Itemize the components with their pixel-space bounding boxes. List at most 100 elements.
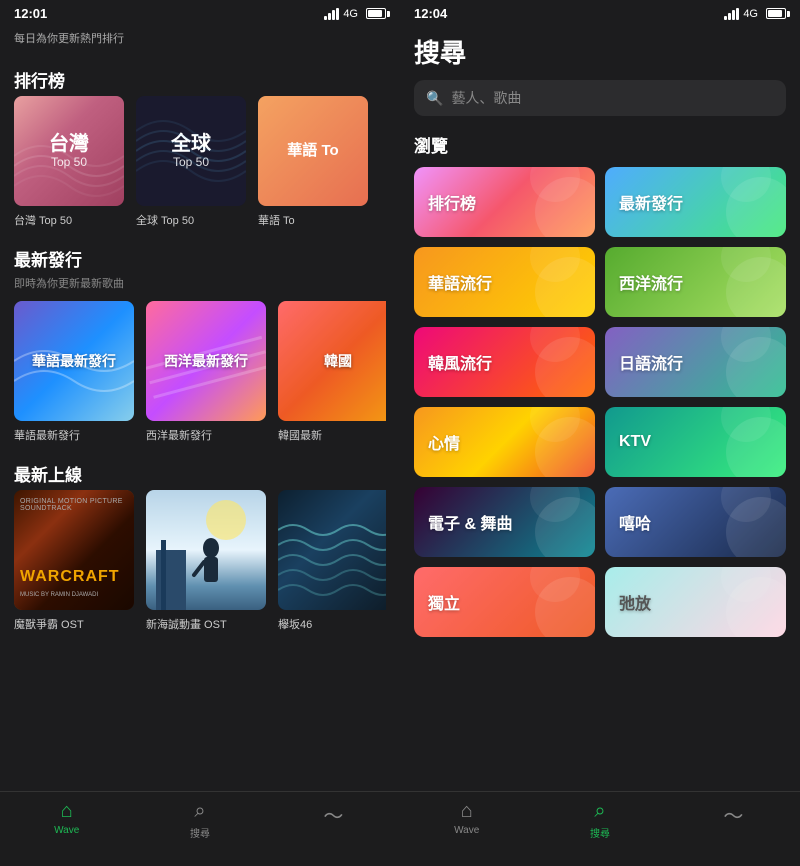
right-tab-wave[interactable]: 〜 [667, 800, 800, 831]
left-panel: 12:01 4G 每日為你更新熱門排行 排行榜 [0, 0, 400, 866]
left-status-icons: 4G [324, 8, 386, 20]
taiwan-cover: 台灣 Top 50 [14, 96, 124, 206]
newest-online-scroll[interactable]: ORIGINAL MOTION PICTURE SOUNDTRACK WARCR… [14, 490, 386, 636]
release-cover-western: 西洋最新發行 [146, 301, 266, 421]
search-placeholder-text: 藝人、歌曲 [451, 88, 521, 108]
online-card-warcraft[interactable]: ORIGINAL MOTION PICTURE SOUNDTRACK WARCR… [14, 490, 134, 632]
search-bar[interactable]: 🔍 藝人、歌曲 [414, 80, 786, 116]
browse-mood-label: 心情 [428, 430, 460, 454]
browse-korean-label: 韓風流行 [428, 350, 492, 374]
left-tab-search[interactable]: ⌕ 搜尋 [133, 800, 266, 840]
browse-card-edm[interactable]: 電子 & 舞曲 [414, 487, 595, 557]
online-card-anime[interactable]: 新海誠動畫 OST [146, 490, 266, 632]
search-tab-icon: ⌕ [194, 800, 205, 823]
release-korean-name: 韓國最新 [278, 427, 386, 443]
search-icon: 🔍 [426, 90, 443, 107]
chinese-label: 華語 To [287, 143, 338, 160]
right-signal-icon [724, 8, 739, 20]
warcraft-name: 魔獸爭霸 OST [14, 616, 134, 632]
right-status-bar: 12:04 4G [400, 0, 800, 25]
newest-online-title: 最新上線 [14, 461, 386, 486]
search-tab-label: 搜尋 [190, 825, 210, 840]
anime-cover [146, 490, 266, 610]
network-label: 4G [343, 8, 358, 20]
browse-card-chart[interactable]: 排行榜 [414, 167, 595, 237]
chart-card-taiwan[interactable]: 台灣 Top 50 台灣 Top 50 [14, 96, 124, 228]
browse-card-mood[interactable]: 心情 [414, 407, 595, 477]
left-scroll-content[interactable]: 排行榜 台灣 Top 50 台灣 Top 50 [0, 53, 400, 866]
taiwan-card-name: 台灣 Top 50 [14, 212, 124, 228]
browse-relax-label: 弛放 [619, 590, 651, 614]
global-card-name: 全球 Top 50 [136, 212, 246, 228]
chart-card-global[interactable]: 全球 Top 50 全球 Top 50 [136, 96, 246, 228]
browse-card-indie[interactable]: 獨立 [414, 567, 595, 637]
search-title: 搜尋 [414, 33, 786, 70]
right-home-icon: ⌂ [461, 800, 473, 823]
browse-card-western[interactable]: 西洋流行 [605, 247, 786, 317]
charts-scroll[interactable]: 台灣 Top 50 台灣 Top 50 全球 Top 50 [14, 96, 386, 232]
left-tab-bar: ⌂ Wave ⌕ 搜尋 〜 [0, 791, 400, 866]
browse-card-relax[interactable]: 弛放 [605, 567, 786, 637]
release-cover-korean: 韓國 [278, 301, 386, 421]
browse-edm-label: 電子 & 舞曲 [428, 510, 512, 534]
warcraft-cover: ORIGINAL MOTION PICTURE SOUNDTRACK WARCR… [14, 490, 134, 610]
right-search-icon: ⌕ [594, 800, 605, 823]
browse-card-chinese[interactable]: 華語流行 [414, 247, 595, 317]
browse-chart-label: 排行榜 [428, 190, 476, 214]
right-network-label: 4G [743, 8, 758, 20]
right-tab-search[interactable]: ⌕ 搜尋 [533, 800, 666, 840]
new-release-scroll[interactable]: 華語最新發行 華語最新發行 西洋最新發行 西洋最新發行 韓國 [14, 301, 386, 447]
release-card-western[interactable]: 西洋最新發行 西洋最新發行 [146, 301, 266, 443]
browse-title: 瀏覽 [414, 132, 786, 157]
battery-icon [366, 8, 386, 19]
browse-card-japanese[interactable]: 日語流行 [605, 327, 786, 397]
browse-indie-label: 獨立 [428, 590, 460, 614]
signal-icon [324, 8, 339, 20]
left-tab-wave[interactable]: 〜 [267, 800, 400, 831]
top-banner: 每日為你更新熱門排行 [0, 25, 400, 53]
wave-tab-icon: 〜 [323, 800, 343, 829]
browse-new-label: 最新發行 [619, 190, 683, 214]
release-korean-text: 韓國 [320, 347, 356, 375]
release-card-korean[interactable]: 韓國 韓國最新 [278, 301, 386, 443]
anime-name: 新海誠動畫 OST [146, 616, 266, 632]
browse-card-hiphop[interactable]: 嘻哈 [605, 487, 786, 557]
browse-japanese-label: 日語流行 [619, 350, 683, 374]
browse-grid: 排行榜 最新發行 華語流行 西洋流行 韓風流行 [414, 167, 786, 637]
browse-western-label: 西洋流行 [619, 270, 683, 294]
browse-ktv-label: KTV [619, 433, 651, 451]
left-tab-home[interactable]: ⌂ Wave [0, 800, 133, 836]
new-release-title: 最新發行 [14, 246, 386, 271]
browse-chinese-label: 華語流行 [428, 270, 492, 294]
charts-section-title: 排行榜 [14, 67, 386, 92]
yoru-cover [278, 490, 386, 610]
chinese-cover: 華語 To [258, 96, 368, 206]
right-home-label: Wave [454, 825, 479, 836]
release-cover-chinese: 華語最新發行 [14, 301, 134, 421]
release-card-chinese[interactable]: 華語最新發行 華語最新發行 [14, 301, 134, 443]
left-time: 12:01 [14, 6, 47, 21]
online-card-yoru[interactable]: 欅坂46 [278, 490, 386, 632]
chinese-card-name: 華語 To [258, 212, 368, 228]
global-cover: 全球 Top 50 [136, 96, 246, 206]
left-status-bar: 12:01 4G [0, 0, 400, 25]
release-chinese-name: 華語最新發行 [14, 427, 134, 443]
chart-card-chinese[interactable]: 華語 To 華語 To [258, 96, 368, 228]
browse-card-ktv[interactable]: KTV [605, 407, 786, 477]
banner-text: 每日為你更新熱門排行 [14, 33, 124, 45]
right-panel: 12:04 4G 搜尋 🔍 藝人、歌曲 瀏覽 排行榜 [400, 0, 800, 866]
yoru-name: 欅坂46 [278, 616, 386, 632]
home-label: Wave [54, 825, 79, 836]
right-tab-home[interactable]: ⌂ Wave [400, 800, 533, 836]
right-search-label: 搜尋 [590, 825, 610, 840]
right-tab-bar: ⌂ Wave ⌕ 搜尋 〜 [400, 791, 800, 866]
browse-hiphop-label: 嘻哈 [619, 510, 651, 534]
right-status-icons: 4G [724, 8, 786, 20]
right-wave-icon: 〜 [723, 800, 743, 829]
right-battery-icon [766, 8, 786, 19]
browse-section[interactable]: 瀏覽 排行榜 最新發行 華語流行 西洋流行 [400, 122, 800, 791]
search-header: 搜尋 🔍 藝人、歌曲 [400, 25, 800, 122]
new-release-sub: 即時為你更新最新歌曲 [14, 275, 386, 291]
browse-card-new[interactable]: 最新發行 [605, 167, 786, 237]
browse-card-korean[interactable]: 韓風流行 [414, 327, 595, 397]
